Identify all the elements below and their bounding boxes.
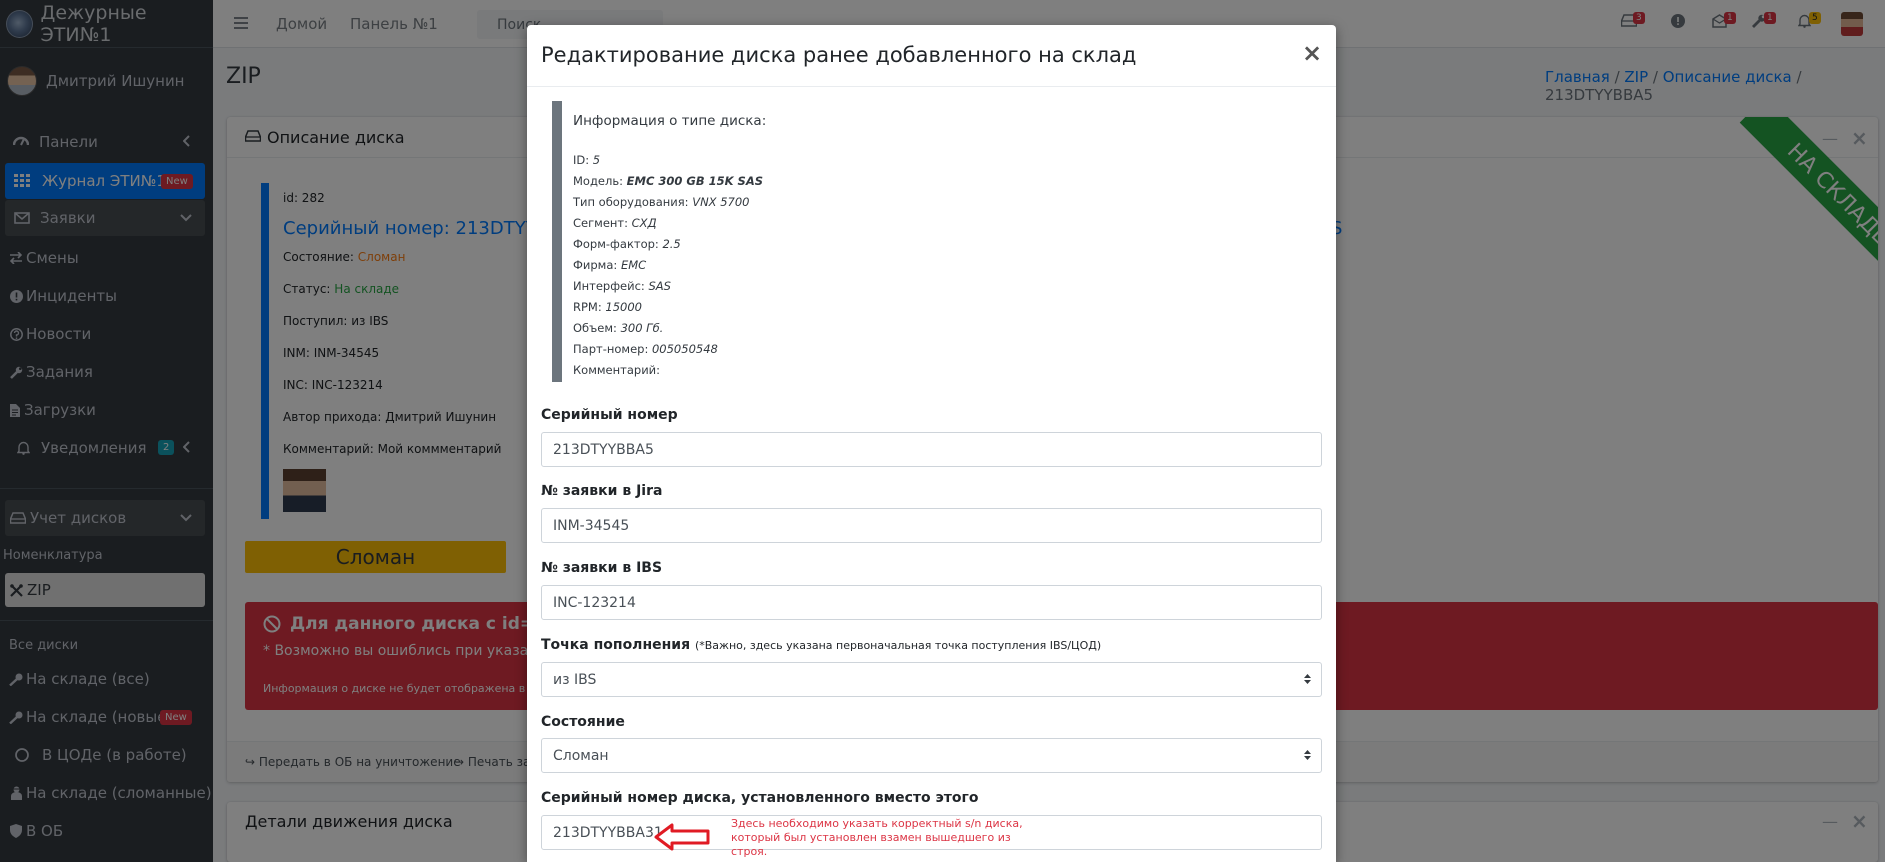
info-key: Интерфейс:: [573, 279, 649, 293]
info-key: Форм-фактор:: [573, 237, 663, 251]
info-row: Фирма: EMC: [573, 258, 646, 272]
info-row: RPM: 15000: [573, 300, 642, 314]
info-value: СХД: [631, 216, 657, 230]
info-key: Тип оборудования:: [573, 195, 693, 209]
modal-title: Редактирование диска ранее добавленного …: [541, 43, 1137, 67]
ibs-label: № заявки в IBS: [541, 560, 663, 576]
info-value: VNX 5700: [692, 195, 750, 209]
info-value: 5: [592, 153, 601, 167]
state-select[interactable]: Сломан: [541, 738, 1322, 773]
jira-input[interactable]: INM-34545: [541, 508, 1322, 543]
info-key: Комментарий:: [573, 363, 661, 377]
info-key: ID:: [573, 153, 593, 167]
info-key: Сегмент:: [573, 216, 632, 230]
info-value: EMC: [620, 258, 647, 272]
info-row: Модель: EMC 300 GB 15K SAS: [573, 174, 763, 188]
replacement-serial-label: Серийный номер диска, установленного вме…: [541, 790, 979, 806]
info-row: Интерфейс: SAS: [573, 279, 671, 293]
select-caret-icon: [1304, 673, 1311, 685]
info-value: SAS: [648, 279, 671, 293]
info-value: 2.5: [662, 237, 681, 251]
info-value: 300 Гб.: [620, 321, 664, 335]
select-value: Сломан: [553, 748, 609, 764]
info-title: Информация о типе диска:: [573, 113, 767, 129]
point-label-text: Точка пополнения: [541, 637, 691, 653]
info-key: Модель:: [573, 174, 627, 188]
info-row: Комментарий:: [573, 363, 660, 377]
arrow-left-icon: [654, 822, 710, 852]
info-row: Парт-номер: 005050548: [573, 342, 718, 356]
point-note: (*Важно, здесь указана первоначальная то…: [694, 639, 1102, 652]
info-row: ID: 5: [573, 153, 600, 167]
info-row: Объем: 300 Гб.: [573, 321, 663, 335]
replenishment-point-select[interactable]: из IBS: [541, 662, 1322, 697]
info-key: Фирма:: [573, 258, 621, 272]
info-key: Объем:: [573, 321, 621, 335]
disk-type-info: Информация о типе диска: ID: 5 Модель: EM…: [552, 101, 1052, 382]
select-caret-icon: [1304, 749, 1311, 761]
serial-label: Серийный номер: [541, 407, 678, 423]
edit-disk-modal: Редактирование диска ранее добавленного …: [527, 25, 1336, 862]
info-value: 005050548: [651, 342, 718, 356]
info-key: Парт-номер:: [573, 342, 652, 356]
info-row: Сегмент: СХД: [573, 216, 657, 230]
info-key: RPM:: [573, 300, 606, 314]
modal-close-button[interactable]: ×: [1302, 39, 1322, 67]
info-value: EMC 300 GB 15K SAS: [626, 174, 763, 188]
serial-input[interactable]: 213DTYYBBA5: [541, 432, 1322, 467]
info-row: Форм-фактор: 2.5: [573, 237, 681, 251]
info-value: 15000: [605, 300, 642, 314]
state-label: Состояние: [541, 714, 625, 730]
select-value: из IBS: [553, 672, 597, 688]
replacement-hint: Здесь необходимо указать корректный s/n …: [731, 817, 1023, 858]
jira-label: № заявки в Jira: [541, 483, 663, 499]
info-row: Тип оборудования: VNX 5700: [573, 195, 749, 209]
ibs-input[interactable]: INC-123214: [541, 585, 1322, 620]
modal-header-divider: [527, 86, 1336, 87]
replenishment-point-label: Точка пополнения (*Важно, здесь указана …: [541, 637, 1101, 653]
